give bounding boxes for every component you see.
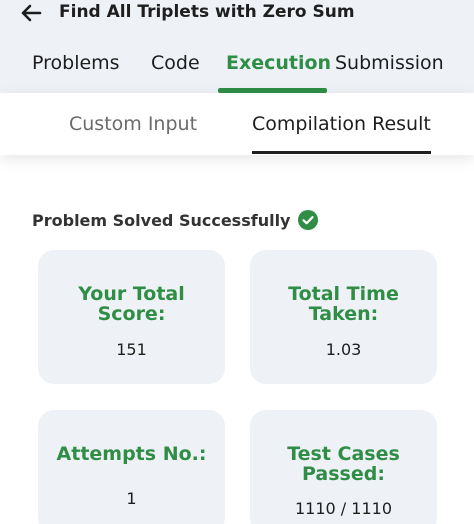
score-label-line1: Your Total <box>78 283 185 305</box>
tab-problems[interactable]: Problems <box>32 52 120 74</box>
attempts-value: 1 <box>126 489 137 508</box>
status-message: Problem Solved Successfully <box>32 210 319 230</box>
test-cases-card: Test Cases Passed: 1110 / 1110 <box>250 410 437 524</box>
arrow-left-icon <box>21 4 42 22</box>
back-button[interactable] <box>18 1 44 25</box>
check-circle-icon <box>298 210 319 230</box>
time-label-line1: Total Time <box>288 283 399 305</box>
active-subtab-indicator <box>252 151 431 154</box>
score-value: 151 <box>116 340 147 359</box>
attempts-label: Attempts No.: <box>56 443 207 465</box>
tab-code[interactable]: Code <box>151 52 200 74</box>
test-cases-label-line2: Passed: <box>302 463 385 485</box>
time-value: 1.03 <box>325 340 362 359</box>
time-label-line2: Taken: <box>308 303 379 325</box>
status-text: Problem Solved Successfully <box>32 210 291 230</box>
test-cases-label-line1: Test Cases <box>287 443 400 465</box>
page-title: Find All Triplets with Zero Sum <box>59 2 355 22</box>
score-card: Your Total Score: 151 <box>38 250 225 384</box>
tab-submission[interactable]: Submission <box>335 52 444 74</box>
attempts-card: Attempts No.: 1 <box>38 410 225 524</box>
subtab-custom-input[interactable]: Custom Input <box>69 113 197 135</box>
app-header: Find All Triplets with Zero Sum Problems… <box>0 0 474 93</box>
score-label-line2: Score: <box>97 303 166 325</box>
tab-execution[interactable]: Execution <box>226 52 331 74</box>
time-card: Total Time Taken: 1.03 <box>250 250 437 384</box>
subtab-compilation-result[interactable]: Compilation Result <box>252 113 431 135</box>
test-cases-value: 1110 / 1110 <box>295 499 392 518</box>
result-subtabs: Custom Input Compilation Result <box>0 93 474 155</box>
